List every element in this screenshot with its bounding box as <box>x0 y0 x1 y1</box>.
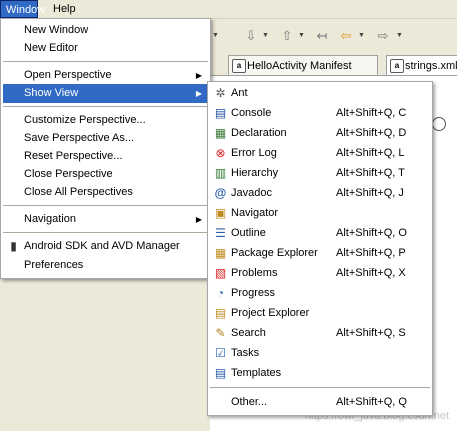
view-item-outline[interactable]: ☰ Outline Alt+Shift+Q, O <box>210 224 430 243</box>
error-log-icon: ⊗ <box>215 146 226 160</box>
menu-item-preferences[interactable]: Preferences <box>3 256 208 275</box>
menu-item-close-perspective[interactable]: Close Perspective <box>3 165 208 184</box>
view-item-other[interactable]: Other... Alt+Shift+Q, Q <box>210 393 430 412</box>
view-item-ant[interactable]: ✲ Ant <box>210 84 430 103</box>
view-item-problems[interactable]: ▧ Problems Alt+Shift+Q, X <box>210 264 430 283</box>
dropdown-arrow-icon[interactable]: ▼ <box>262 27 270 45</box>
view-item-error-log[interactable]: ⊗ Error Log Alt+Shift+Q, L <box>210 144 430 163</box>
forward-icon[interactable]: ⇨ <box>372 27 394 45</box>
submenu-arrow-icon: ▶ <box>195 215 202 224</box>
menu-item-navigation[interactable]: Navigation ▶ <box>3 210 208 229</box>
project-explorer-icon: ▤ <box>214 306 227 320</box>
view-item-project-explorer[interactable]: ▤ Project Explorer <box>210 304 430 323</box>
next-annotation-icon[interactable]: ⇩ <box>240 27 262 45</box>
menu-separator <box>3 232 208 234</box>
menu-item-show-view[interactable]: Show View ▶ <box>3 84 208 103</box>
menu-item-android-sdk[interactable]: ▮ Android SDK and AVD Manager <box>3 237 208 256</box>
view-item-package-explorer[interactable]: ▦ Package Explorer Alt+Shift+Q, P <box>210 244 430 263</box>
menu-item-customize-perspective[interactable]: Customize Perspective... <box>3 111 208 130</box>
dropdown-arrow-icon[interactable]: ▼ <box>396 27 404 45</box>
submenu-arrow-icon: ▶ <box>195 89 202 98</box>
radio-button[interactable] <box>432 117 446 131</box>
toolbar: ▼ ⇩ ▼ ⇧ ▼ ↤ ⇦ ▼ ⇨ ▼ <box>210 20 457 52</box>
tab-label: strings.xml <box>405 60 457 72</box>
menu-item-open-perspective[interactable]: Open Perspective ▶ <box>3 66 208 85</box>
android-phone-icon: ▮ <box>10 239 17 253</box>
menu-separator <box>3 205 208 207</box>
last-edit-location-icon[interactable]: ↤ <box>311 27 333 45</box>
menu-bar: Window Help <box>0 0 457 19</box>
menu-separator <box>210 387 430 389</box>
menu-window[interactable]: Window <box>0 0 45 18</box>
search-icon: ✎ <box>215 326 226 340</box>
menu-help[interactable]: Help <box>48 0 81 18</box>
submenu-arrow-icon: ▶ <box>195 71 202 80</box>
android-manifest-icon: a <box>232 59 246 73</box>
progress-icon: ◔ <box>216 286 225 300</box>
menu-item-reset-perspective[interactable]: Reset Perspective... <box>3 147 208 166</box>
view-item-javadoc[interactable]: @ Javadoc Alt+Shift+Q, J <box>210 184 430 203</box>
view-item-progress[interactable]: ◔ Progress <box>210 284 430 303</box>
tab-label: HelloActivity Manifest <box>247 60 352 72</box>
menu-item-close-all-perspectives[interactable]: Close All Perspectives <box>3 183 208 202</box>
ant-icon: ✲ <box>215 86 226 100</box>
view-item-navigator[interactable]: ▣ Navigator <box>210 204 430 223</box>
menu-item-new-editor[interactable]: New Editor <box>3 39 208 58</box>
view-item-templates[interactable]: ▤ Templates <box>210 364 430 383</box>
back-icon[interactable]: ⇦ <box>335 27 357 45</box>
templates-icon: ▤ <box>214 366 227 380</box>
hierarchy-icon: ▥ <box>214 166 227 180</box>
dropdown-arrow-icon[interactable]: ▼ <box>212 27 220 45</box>
android-xml-icon: a <box>390 59 404 73</box>
menu-item-save-perspective-as[interactable]: Save Perspective As... <box>3 129 208 148</box>
view-item-declaration[interactable]: ▦ Declaration Alt+Shift+Q, D <box>210 124 430 143</box>
menu-item-new-window[interactable]: New Window <box>3 21 208 40</box>
view-item-hierarchy[interactable]: ▥ Hierarchy Alt+Shift+Q, T <box>210 164 430 183</box>
menu-separator <box>3 61 208 63</box>
previous-annotation-icon[interactable]: ⇧ <box>276 27 298 45</box>
view-item-tasks[interactable]: ☑ Tasks <box>210 344 430 363</box>
menu-separator <box>3 106 208 108</box>
show-view-menu: ✲ Ant ▤ Console Alt+Shift+Q, C ▦ Declara… <box>207 81 433 416</box>
outline-icon: ☰ <box>215 226 226 240</box>
editor-tabs: a HelloActivity Manifest a strings.xml <box>210 53 457 75</box>
tab-helloactivity-manifest[interactable]: a HelloActivity Manifest <box>228 55 378 75</box>
navigator-icon: ▣ <box>214 206 227 220</box>
dropdown-arrow-icon[interactable]: ▼ <box>298 27 306 45</box>
javadoc-icon: @ <box>214 186 227 200</box>
dropdown-arrow-icon[interactable]: ▼ <box>358 27 366 45</box>
view-item-search[interactable]: ✎ Search Alt+Shift+Q, S <box>210 324 430 343</box>
problems-icon: ▧ <box>214 266 227 280</box>
window-menu: New Window New Editor Open Perspective ▶… <box>0 18 211 279</box>
declaration-icon: ▦ <box>214 126 227 140</box>
tasks-icon: ☑ <box>215 346 226 360</box>
tab-strings-xml[interactable]: a strings.xml <box>386 55 457 75</box>
view-item-console[interactable]: ▤ Console Alt+Shift+Q, C <box>210 104 430 123</box>
package-explorer-icon: ▦ <box>214 246 227 260</box>
console-icon: ▤ <box>214 106 227 120</box>
